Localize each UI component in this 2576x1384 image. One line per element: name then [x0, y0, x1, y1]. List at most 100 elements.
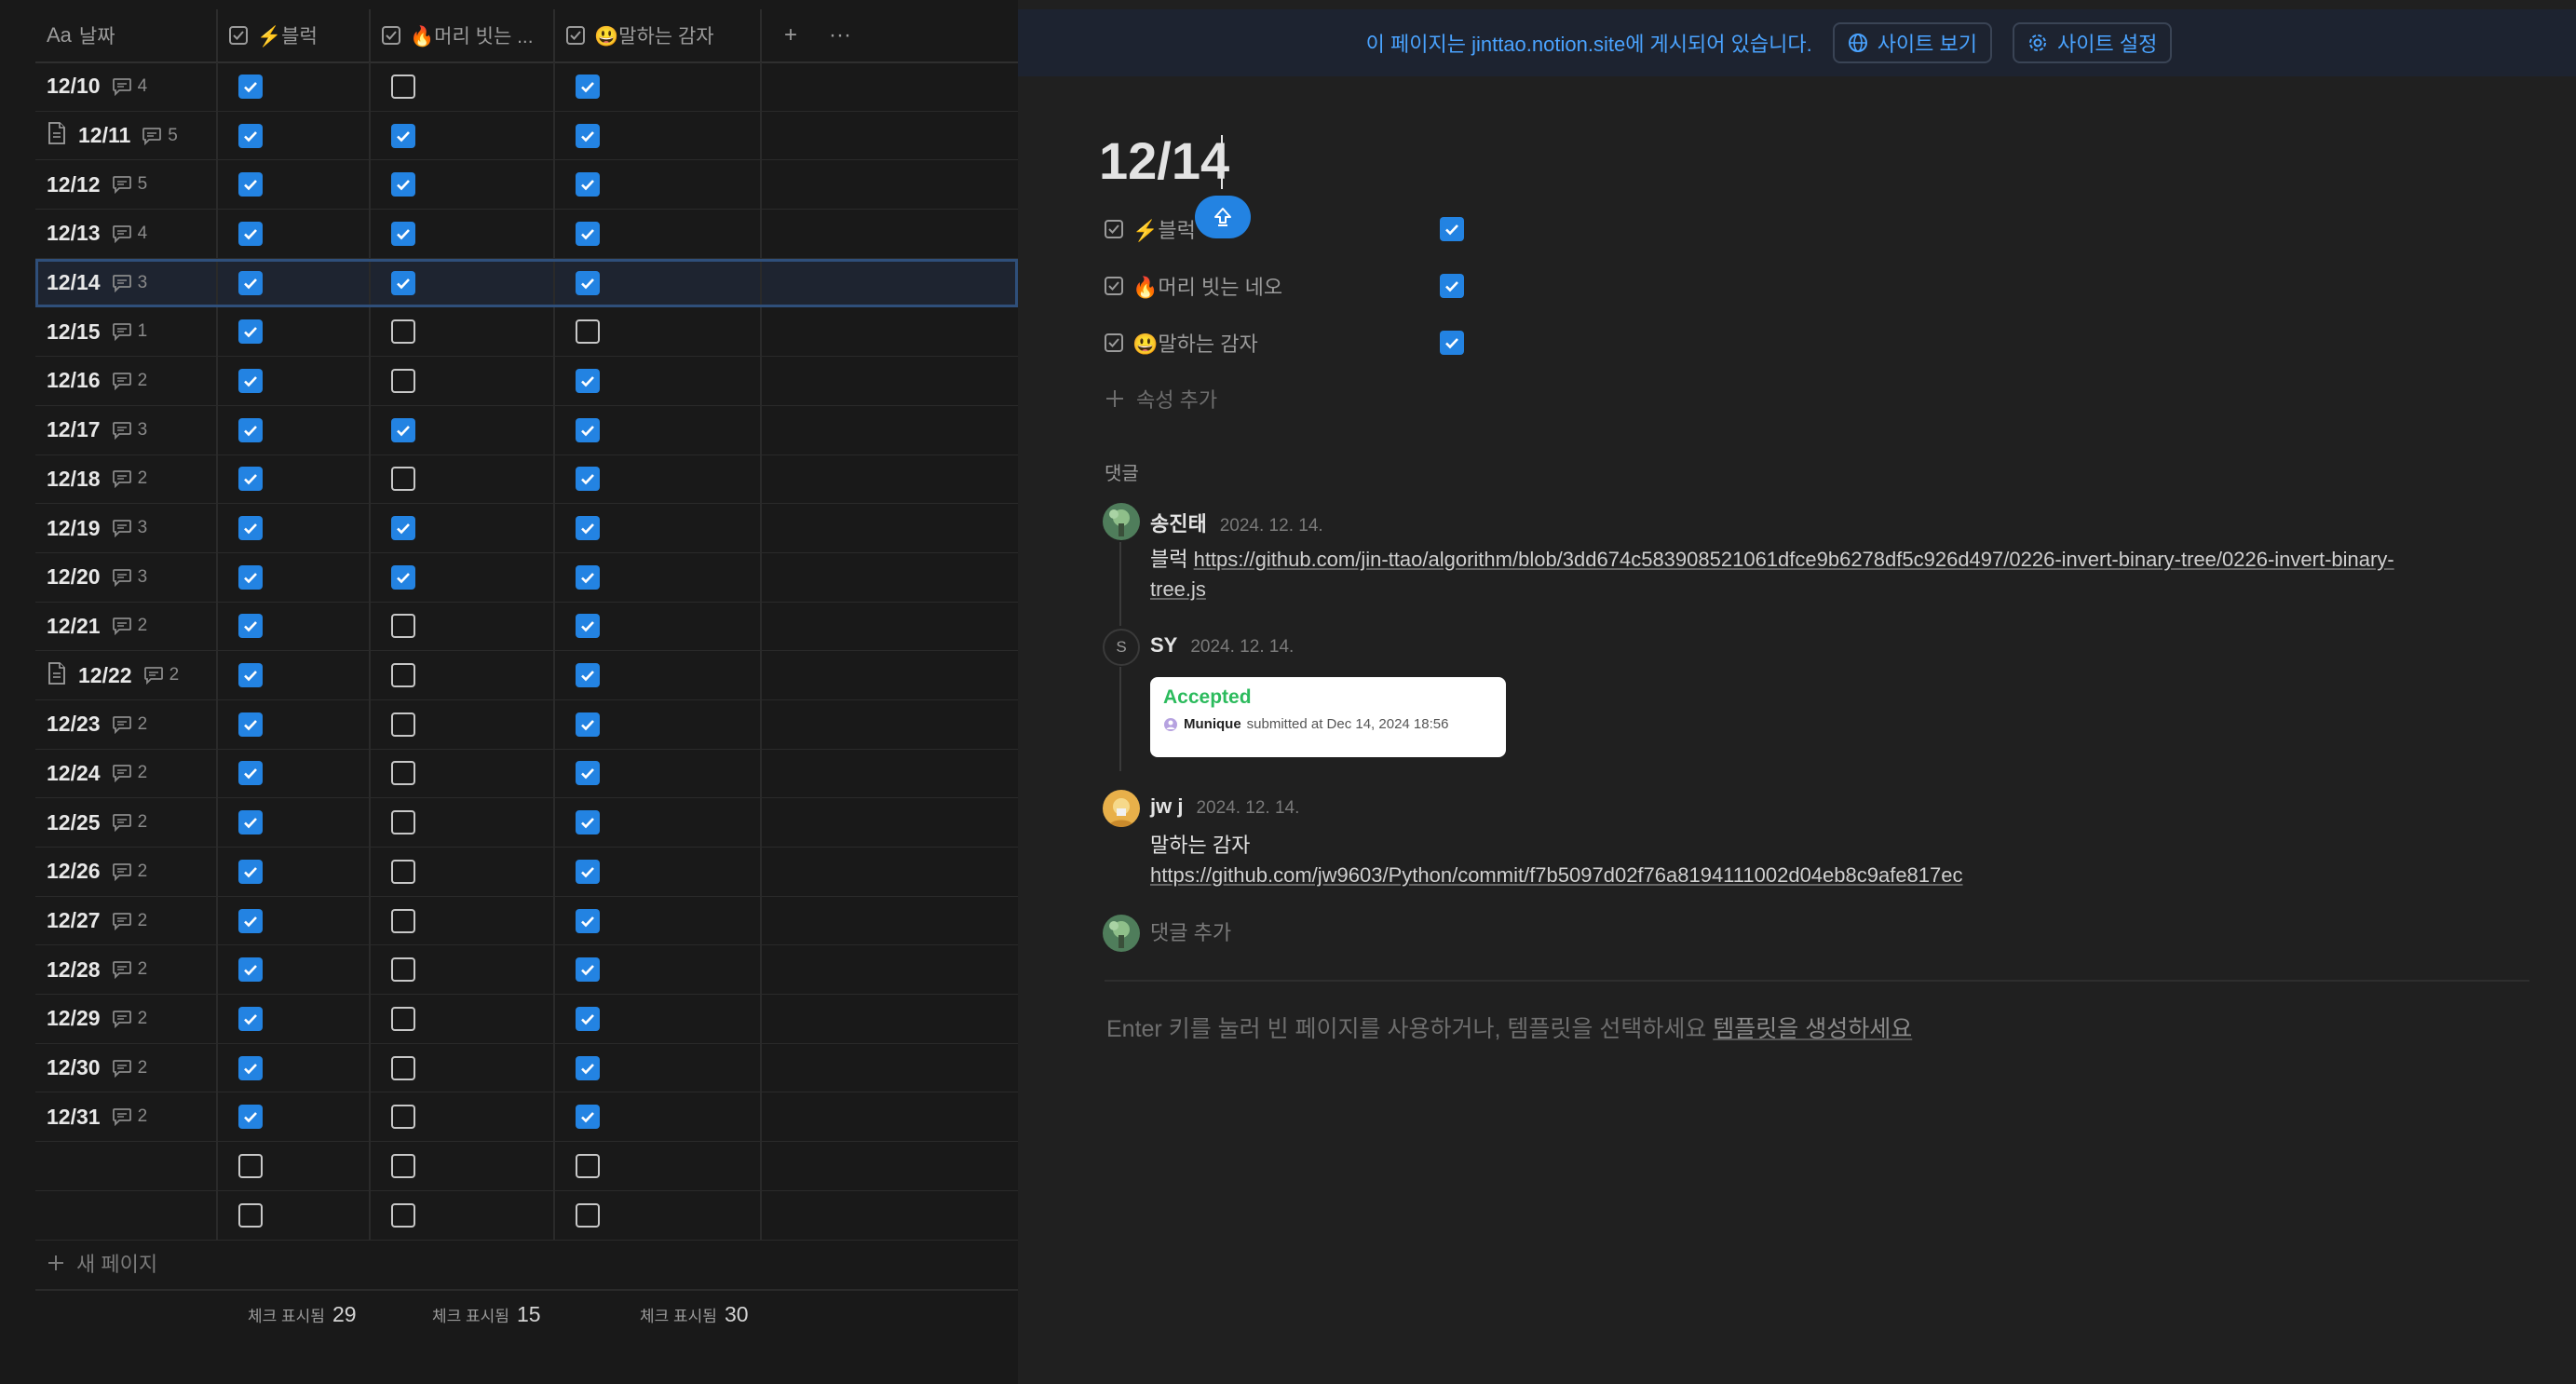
checkbox-cell[interactable] — [218, 111, 371, 160]
checkbox[interactable] — [391, 74, 415, 99]
checkbox[interactable] — [238, 614, 263, 639]
checkbox-cell[interactable] — [371, 602, 555, 651]
table-row[interactable]: 12/30 2 — [35, 1043, 1018, 1093]
checkbox[interactable] — [576, 712, 600, 737]
checkbox-cell[interactable] — [371, 798, 555, 847]
checkbox-cell[interactable] — [218, 848, 371, 896]
checkbox[interactable] — [576, 368, 600, 393]
checkbox[interactable] — [576, 859, 600, 884]
checkbox-cell[interactable] — [371, 405, 555, 455]
page-title[interactable]: 12/14 — [1099, 130, 1229, 191]
column-header-block[interactable]: ⚡블럭 — [218, 9, 371, 61]
checkbox[interactable] — [391, 467, 415, 492]
checkbox[interactable] — [391, 172, 415, 197]
checkbox-cell[interactable] — [218, 62, 371, 111]
checkbox[interactable] — [576, 1105, 600, 1130]
checkbox-cell[interactable] — [218, 210, 371, 258]
checkbox-cell[interactable] — [555, 896, 762, 945]
checkbox-cell[interactable] — [555, 651, 762, 699]
checkbox[interactable] — [391, 1153, 415, 1178]
create-template-link[interactable]: 템플릿을 생성하세요 — [1713, 1016, 1912, 1042]
comment-count[interactable]: 5 — [142, 126, 178, 146]
date-title[interactable]: 12/20 — [47, 564, 101, 590]
date-title[interactable]: 12/18 — [47, 467, 101, 492]
checkbox-cell[interactable] — [555, 995, 762, 1043]
date-title[interactable]: 12/15 — [47, 319, 101, 345]
checkbox-cell[interactable] — [218, 995, 371, 1043]
table-row[interactable]: 12/14 3 — [35, 258, 1018, 308]
comment-count[interactable]: 2 — [112, 616, 147, 636]
checkbox[interactable] — [238, 810, 263, 835]
comment-count[interactable]: 2 — [112, 371, 147, 391]
checkbox[interactable] — [576, 74, 600, 99]
checkbox[interactable] — [238, 123, 263, 148]
comment-count[interactable]: 2 — [112, 1106, 147, 1127]
checkbox-cell[interactable] — [555, 552, 762, 602]
date-title[interactable]: 12/21 — [47, 614, 101, 639]
checkbox[interactable] — [576, 123, 600, 148]
date-title[interactable]: 12/10 — [47, 74, 101, 99]
checkbox[interactable] — [238, 1153, 263, 1178]
avatar[interactable]: S — [1103, 629, 1140, 666]
date-cell[interactable]: 12/10 4 — [35, 62, 218, 111]
table-row[interactable]: 12/10 4 — [35, 62, 1018, 112]
comment-count[interactable]: 2 — [112, 763, 147, 783]
checkbox[interactable] — [391, 368, 415, 393]
column-header-talking-potato[interactable]: 😃말하는 감자 — [555, 9, 762, 61]
checkbox[interactable] — [238, 1055, 263, 1080]
comment-count[interactable]: 3 — [112, 273, 147, 293]
checkbox-cell[interactable] — [555, 357, 762, 405]
table-row[interactable]: 12/24 2 — [35, 749, 1018, 799]
checkbox[interactable] — [576, 172, 600, 197]
checkbox-cell[interactable] — [371, 848, 555, 896]
add-property-button[interactable]: + — [784, 22, 797, 48]
checkbox-cell[interactable] — [371, 995, 555, 1043]
date-cell[interactable] — [35, 1190, 218, 1240]
checkbox[interactable] — [391, 270, 415, 295]
checkbox[interactable] — [391, 614, 415, 639]
checkbox[interactable] — [391, 319, 415, 345]
date-title[interactable]: 12/17 — [47, 417, 101, 442]
checkbox-cell[interactable] — [555, 848, 762, 896]
checkbox-cell[interactable] — [371, 160, 555, 210]
checkbox-cell[interactable] — [218, 552, 371, 602]
date-cell[interactable]: 12/13 4 — [35, 210, 218, 258]
checkbox[interactable] — [576, 221, 600, 246]
checkbox[interactable] — [238, 172, 263, 197]
table-row[interactable]: 12/16 2 — [35, 357, 1018, 406]
checkbox[interactable] — [238, 1202, 263, 1228]
comment-count[interactable]: 2 — [112, 959, 147, 980]
footer-calc-block[interactable]: 체크 표시됨 29 — [248, 1302, 357, 1327]
date-title[interactable]: 12/14 — [47, 270, 101, 295]
checkbox-cell[interactable] — [371, 1092, 555, 1142]
checkbox[interactable] — [238, 908, 263, 933]
checkbox[interactable] — [238, 957, 263, 983]
checkbox-cell[interactable] — [371, 307, 555, 357]
date-title[interactable]: 12/30 — [47, 1055, 101, 1080]
empty-table-row[interactable] — [35, 1190, 1018, 1241]
table-row[interactable]: 12/12 5 — [35, 160, 1018, 210]
checkbox-cell[interactable] — [218, 651, 371, 699]
checkbox-cell[interactable] — [555, 504, 762, 552]
checkbox[interactable] — [238, 74, 263, 99]
checkbox-cell[interactable] — [218, 749, 371, 798]
comment-count[interactable]: 2 — [112, 862, 147, 882]
checkbox-cell[interactable] — [218, 896, 371, 945]
checkbox[interactable] — [391, 1055, 415, 1080]
checkbox-cell[interactable] — [555, 602, 762, 651]
attachment-preview-card[interactable]: Accepted Munique submitted at Dec 14, 20… — [1150, 677, 1506, 757]
checkbox-cell[interactable] — [218, 602, 371, 651]
checkbox-cell[interactable] — [371, 62, 555, 111]
checkbox[interactable] — [576, 319, 600, 345]
table-row[interactable]: 12/27 2 — [35, 896, 1018, 946]
comment-count[interactable]: 5 — [112, 174, 147, 195]
checkbox-cell[interactable] — [218, 307, 371, 357]
checkbox[interactable] — [238, 712, 263, 737]
checkbox[interactable] — [238, 859, 263, 884]
date-title[interactable]: 12/24 — [47, 761, 101, 786]
checkbox[interactable] — [391, 516, 415, 541]
checkbox-cell[interactable] — [218, 1190, 371, 1240]
checkbox-cell[interactable] — [371, 1142, 555, 1190]
date-cell[interactable] — [35, 1142, 218, 1190]
comment-count[interactable]: 2 — [143, 665, 179, 685]
